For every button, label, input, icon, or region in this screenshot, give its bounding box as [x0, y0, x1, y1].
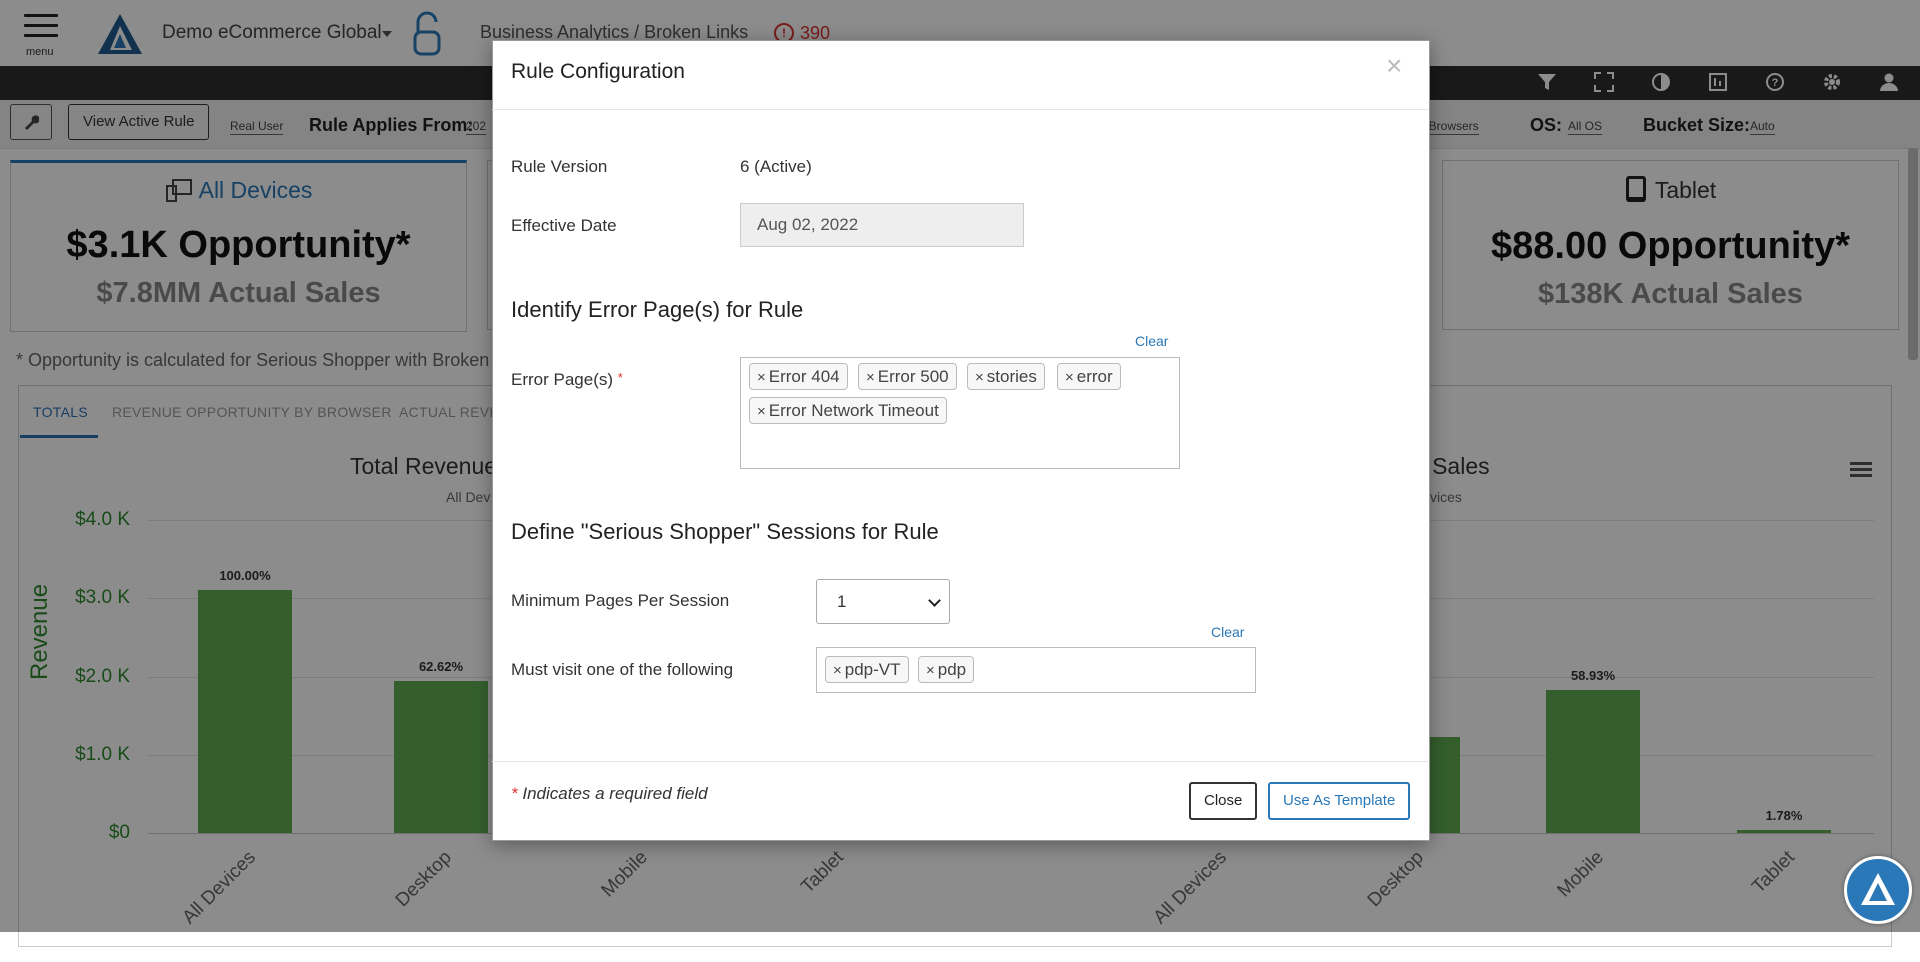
error-page-tag[interactable]: × Error Network Timeout — [749, 397, 947, 424]
must-visit-tag[interactable]: × pdp — [918, 656, 975, 683]
must-visit-label: Must visit one of the following — [511, 660, 734, 679]
clear-must-visit-link[interactable]: Clear — [1211, 624, 1244, 640]
required-footnote: * Indicates a required field — [511, 784, 708, 803]
remove-tag-icon[interactable]: × — [926, 662, 935, 679]
rule-version-value: 6 (Active) — [740, 157, 812, 176]
error-pages-input[interactable]: × Error 404 × Error 500 × stories × error × E… — [740, 357, 1180, 469]
modal-header-divider — [492, 109, 1428, 110]
remove-tag-icon[interactable]: × — [1065, 369, 1074, 386]
remove-tag-icon[interactable]: × — [833, 662, 842, 679]
must-visit-tag[interactable]: × pdp-VT — [825, 656, 909, 683]
remove-tag-icon[interactable]: × — [866, 369, 875, 386]
modal-title: Rule Configuration — [511, 60, 685, 83]
clear-error-pages-link[interactable]: Clear — [1135, 333, 1168, 349]
chat-launcher-icon[interactable] — [1844, 856, 1912, 924]
must-visit-input[interactable]: × pdp-VT × pdp — [816, 647, 1256, 693]
shopper-section-title: Define "Serious Shopper" Sessions for Ru… — [511, 519, 939, 544]
chevron-down-icon — [928, 594, 941, 607]
use-as-template-button[interactable]: Use As Template — [1268, 782, 1411, 820]
remove-tag-icon[interactable]: × — [757, 369, 766, 386]
error-page-tag[interactable]: × Error 404 — [749, 363, 848, 390]
close-icon[interactable]: × — [1386, 52, 1402, 80]
min-pages-select[interactable]: 1 — [816, 579, 950, 624]
error-page-tag[interactable]: × error — [1057, 363, 1121, 390]
required-marker: * — [617, 370, 623, 385]
error-page-tag[interactable]: × stories — [967, 363, 1045, 390]
close-button[interactable]: Close — [1189, 782, 1258, 820]
error-section-title: Identify Error Page(s) for Rule — [511, 297, 804, 322]
min-pages-label: Minimum Pages Per Session — [511, 591, 730, 610]
error-pages-label: Error Page(s) * — [511, 370, 623, 389]
remove-tag-icon[interactable]: × — [757, 403, 766, 420]
effective-date-field: Aug 02, 2022 — [740, 203, 1024, 247]
modal-footer-divider — [492, 761, 1428, 762]
required-marker: * — [511, 784, 518, 803]
error-page-tag[interactable]: × Error 500 — [858, 363, 957, 390]
rule-version-label: Rule Version — [511, 157, 608, 176]
effective-date-label: Effective Date — [511, 216, 617, 235]
remove-tag-icon[interactable]: × — [975, 369, 984, 386]
